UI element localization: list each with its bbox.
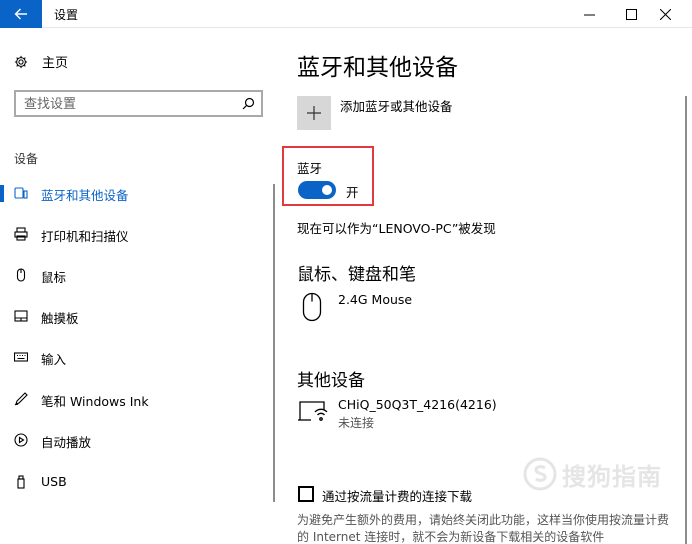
close-icon	[659, 8, 671, 20]
sidebar-scrollbar[interactable]	[273, 184, 275, 502]
pen-icon	[14, 392, 28, 406]
window-title: 设置	[54, 8, 79, 22]
toggle-knob	[322, 185, 332, 195]
watermark-text: 搜狗指南	[562, 462, 662, 491]
title-bar: 设置	[0, 0, 692, 28]
sidebar-item-label: 笔和 Windows Ink	[41, 394, 149, 409]
section-label-devices: 设备	[14, 152, 39, 166]
home-link[interactable]: 主页	[14, 52, 68, 71]
metered-download-label[interactable]: 通过按流量计费的连接下载	[322, 486, 472, 505]
discoverable-text: 现在可以作为“LENOVO-PC”被发现	[297, 221, 496, 236]
autoplay-icon	[14, 433, 28, 447]
arrow-left-icon	[14, 8, 27, 20]
sidebar: 主页 设备 蓝牙和其他设备 打印机和扫描仪 鼠标 触摸板	[0, 28, 282, 544]
sidebar-item-label: 自动播放	[41, 435, 92, 450]
bluetooth-toggle[interactable]	[298, 181, 336, 199]
device-name[interactable]: 2.4G Mouse	[338, 292, 412, 307]
sidebar-item-autoplay[interactable]: 自动播放	[0, 423, 270, 457]
minimize-button[interactable]	[572, 0, 606, 28]
keyboard-icon	[14, 352, 28, 362]
sidebar-item-mouse[interactable]: 鼠标	[0, 258, 270, 292]
sidebar-item-label: 触摸板	[41, 311, 79, 326]
device-name[interactable]: CHiQ_50Q3T_4216(4216)	[338, 397, 497, 412]
metered-download-checkbox[interactable]	[298, 486, 314, 502]
back-button[interactable]	[0, 0, 42, 28]
printer-icon	[14, 227, 28, 241]
home-label: 主页	[42, 56, 69, 71]
sidebar-item-input[interactable]: 输入	[0, 340, 270, 374]
bluetooth-label: 蓝牙	[297, 161, 323, 176]
gear-icon	[14, 55, 28, 68]
device-status: 未连接	[338, 416, 375, 430]
sidebar-item-label: USB	[41, 474, 67, 489]
wireless-display-icon	[298, 401, 328, 421]
section-title-mouse-keyboard-pen: 鼠标、键盘和笔	[297, 265, 416, 285]
sidebar-item-label: 输入	[41, 352, 67, 367]
mouse-icon	[16, 268, 26, 282]
sidebar-item-label: 鼠标	[41, 270, 67, 285]
search-box[interactable]	[14, 90, 263, 117]
maximize-button[interactable]	[614, 0, 648, 28]
sogou-logo-icon	[523, 457, 557, 491]
mouse-icon	[302, 292, 322, 322]
add-device-button[interactable]	[297, 96, 331, 130]
main-scrollbar[interactable]	[685, 96, 687, 544]
sidebar-item-label: 打印机和扫描仪	[41, 229, 129, 244]
metered-description: 为避免产生额外的费用，请始终关闭此功能，这样当你使用按流量计费的 Interne…	[297, 513, 670, 544]
touchpad-icon	[14, 310, 28, 322]
add-device-label[interactable]: 添加蓝牙或其他设备	[340, 96, 453, 115]
active-indicator	[0, 185, 4, 202]
watermark: 搜狗指南	[522, 456, 662, 492]
sidebar-item-printers[interactable]: 打印机和扫描仪	[0, 217, 270, 251]
plus-icon	[307, 106, 321, 120]
usb-icon	[17, 475, 25, 489]
search-input[interactable]	[24, 95, 234, 113]
bluetooth-devices-icon	[14, 187, 28, 199]
search-icon[interactable]	[242, 97, 255, 110]
sidebar-item-usb[interactable]: USB	[0, 465, 270, 499]
minimize-icon	[583, 14, 595, 15]
close-button[interactable]	[648, 0, 682, 28]
sidebar-item-label: 蓝牙和其他设备	[41, 188, 129, 203]
section-title-other-devices: 其他设备	[297, 371, 365, 391]
bluetooth-state: 开	[346, 185, 359, 200]
sidebar-item-pen[interactable]: 笔和 Windows Ink	[0, 382, 270, 416]
sidebar-item-bluetooth[interactable]: 蓝牙和其他设备	[0, 176, 270, 210]
page-title: 蓝牙和其他设备	[297, 55, 458, 81]
maximize-icon	[625, 8, 637, 20]
sidebar-item-touchpad[interactable]: 触摸板	[0, 299, 270, 333]
